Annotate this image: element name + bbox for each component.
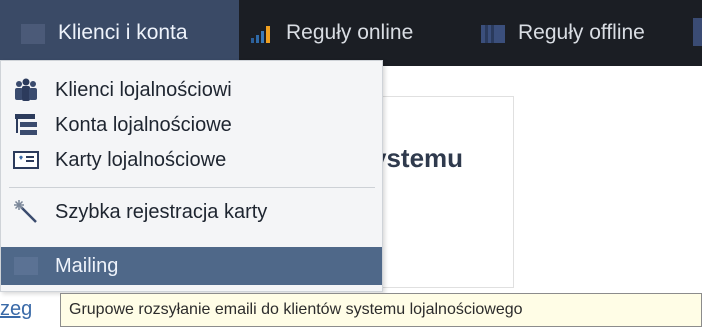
tooltip-text: Grupowe rozsyłanie emaili do klientów sy… <box>69 301 523 318</box>
menu-item-konta-lojalnosciowe[interactable]: Konta lojalnościowe <box>1 108 382 142</box>
loyalty-card-icon <box>13 147 39 173</box>
menu-item-label: Karty lojalnościowe <box>55 148 227 171</box>
tab-klienci-i-konta[interactable]: Klienci i konta <box>0 0 239 66</box>
tab-label: Klienci i konta <box>58 21 188 44</box>
menu-item-label: Klienci lojalnościowi <box>55 78 232 101</box>
bar-chart-icon <box>248 20 274 46</box>
people-group-icon <box>13 77 39 103</box>
mailing-icon <box>13 253 39 279</box>
menu-item-klienci-lojalnosciowi[interactable]: Klienci lojalnościowi <box>1 73 382 107</box>
background-title: ystemu <box>372 143 464 173</box>
mailing-tooltip: Grupowe rozsyłanie emaili do klientów sy… <box>60 293 702 327</box>
menu-item-label: Mailing <box>55 254 119 277</box>
menu-item-szybka-rejestracja-karty[interactable]: Szybka rejestracja karty <box>1 195 382 229</box>
menu-item-label: Konta lojalnościowe <box>55 113 232 136</box>
tab-label: Reguły offline <box>518 21 645 44</box>
clients-accounts-icon <box>20 20 46 46</box>
tab-label: Reguły online <box>286 21 414 44</box>
magic-wand-icon <box>13 199 39 225</box>
next-tab-icon-partial[interactable] <box>693 18 702 46</box>
tree-list-icon <box>13 112 39 138</box>
background-link[interactable]: zeg <box>0 298 32 321</box>
tab-reguly-offline[interactable]: Reguły offline <box>480 0 645 66</box>
tab-reguly-online[interactable]: Reguły online <box>248 0 413 66</box>
menu-item-mailing[interactable]: Mailing <box>1 247 382 285</box>
offline-rules-icon <box>480 20 506 46</box>
menu-item-karty-lojalnosciowe[interactable]: Karty lojalnościowe <box>1 143 382 177</box>
top-navigation-bar: Klienci i konta Reguły online Reguły off… <box>0 0 702 66</box>
menu-divider <box>9 187 375 188</box>
menu-item-label: Szybka rejestracja karty <box>55 200 268 223</box>
clients-dropdown-menu: Klienci lojalnościowi Konta lojalnościow… <box>0 60 383 292</box>
